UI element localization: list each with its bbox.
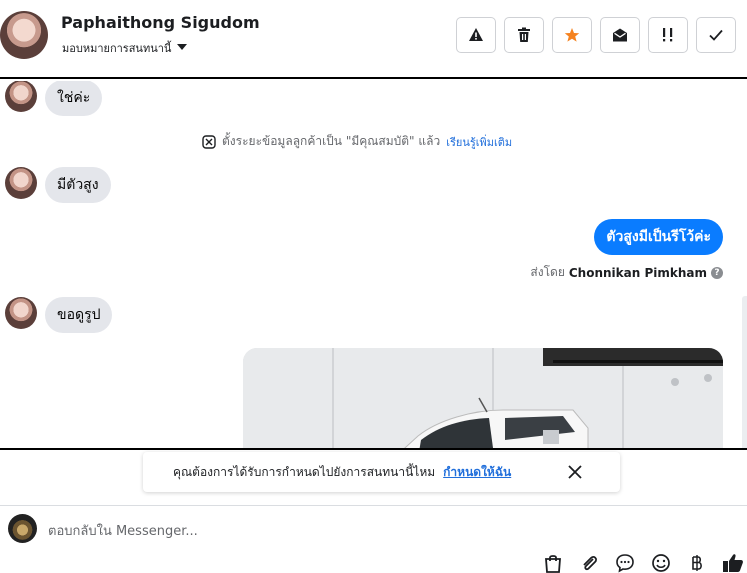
trash-icon [518,27,530,42]
assign-reminder: คุณต้องการได้รับการกำหนดไปยังการสนทนานี้… [143,452,620,492]
payment-button[interactable] [686,552,708,573]
star-icon [564,28,580,42]
report-spam-button[interactable] [456,17,496,53]
shopping-bag-button[interactable] [542,552,564,573]
sent-by-label: ส่งโดย Chonnikan Pimkham ? [530,263,723,282]
contact-avatar-small [5,81,37,112]
like-button[interactable] [722,552,744,573]
assign-reminder-text: คุณต้องการได้รับการกำหนดไปยังการสนทนานี้… [173,464,436,479]
car-photo-attachment[interactable] [243,348,723,448]
thread-divider [0,448,747,450]
help-icon[interactable]: ? [711,266,723,279]
mark-done-button[interactable] [696,17,736,53]
mark-unread-button[interactable] [600,17,640,53]
incoming-message[interactable]: ใช่ค่ะ [45,81,103,116]
incoming-message[interactable]: มีตัวสูง [45,167,111,203]
conversation-thread[interactable]: ใช่ค่ะ ตั้งระยะข้อมูลลูกค้าเป็น "มีคุณสม… [0,81,747,448]
car-photo-image [243,348,723,448]
delete-button[interactable] [504,17,544,53]
warning-icon [469,28,483,41]
conversation-header: Paphaithong Sigudom มอบหมายการสนทนานี้ [0,0,747,79]
info-panel-handle[interactable] [742,296,747,448]
composer-divider [0,505,747,506]
lead-stage-icon [202,134,216,149]
assign-to-me-link[interactable]: กำหนดให้ฉัน [443,463,511,482]
sent-by-prefix: ส่งโดย [530,265,565,279]
assign-conversation-dropdown[interactable]: มอบหมายการสนทนานี้ [62,39,188,57]
open-envelope-icon [613,28,627,42]
contact-avatar-small [5,297,37,329]
chevron-down-icon [177,44,188,50]
incoming-message[interactable]: ขอดูรูป [45,297,113,333]
learn-more-link[interactable]: เรียนรู้เพิ่มเติม [446,133,512,151]
page-avatar [8,514,37,543]
contact-avatar-small [5,167,37,199]
follow-up-icon [663,28,673,42]
saved-replies-button[interactable] [614,552,636,573]
assign-label: มอบหมายการสนทนานี้ [62,42,172,55]
close-icon[interactable] [566,463,584,481]
contact-avatar[interactable] [0,11,48,59]
sender-name: Chonnikan Pimkham [568,265,707,280]
contact-name[interactable]: Paphaithong Sigudom [61,13,260,32]
shopping-bag-icon [545,555,561,573]
checkmark-icon [709,29,723,41]
thumbs-up-icon [723,554,743,572]
star-button[interactable] [552,17,592,53]
attach-file-button[interactable] [578,552,600,573]
paperclip-icon [583,556,597,571]
follow-up-button[interactable] [648,17,688,53]
reply-input[interactable]: ตอบกลับใน Messenger... [48,520,198,541]
system-notice-text: ตั้งระยะข้อมูลลูกค้าเป็น "มีคุณสมบัติ" แ… [222,134,441,148]
system-notice: ตั้งระยะข้อมูลลูกค้าเป็น "มีคุณสมบัติ" แ… [202,132,512,151]
saved-reply-icon [616,554,634,573]
emoji-icon [652,554,670,572]
emoji-button[interactable] [650,552,672,573]
outgoing-message[interactable]: ตัวสูงมีเป็นรีโว้ค่ะ [594,219,723,255]
baht-payment-icon [692,555,702,571]
